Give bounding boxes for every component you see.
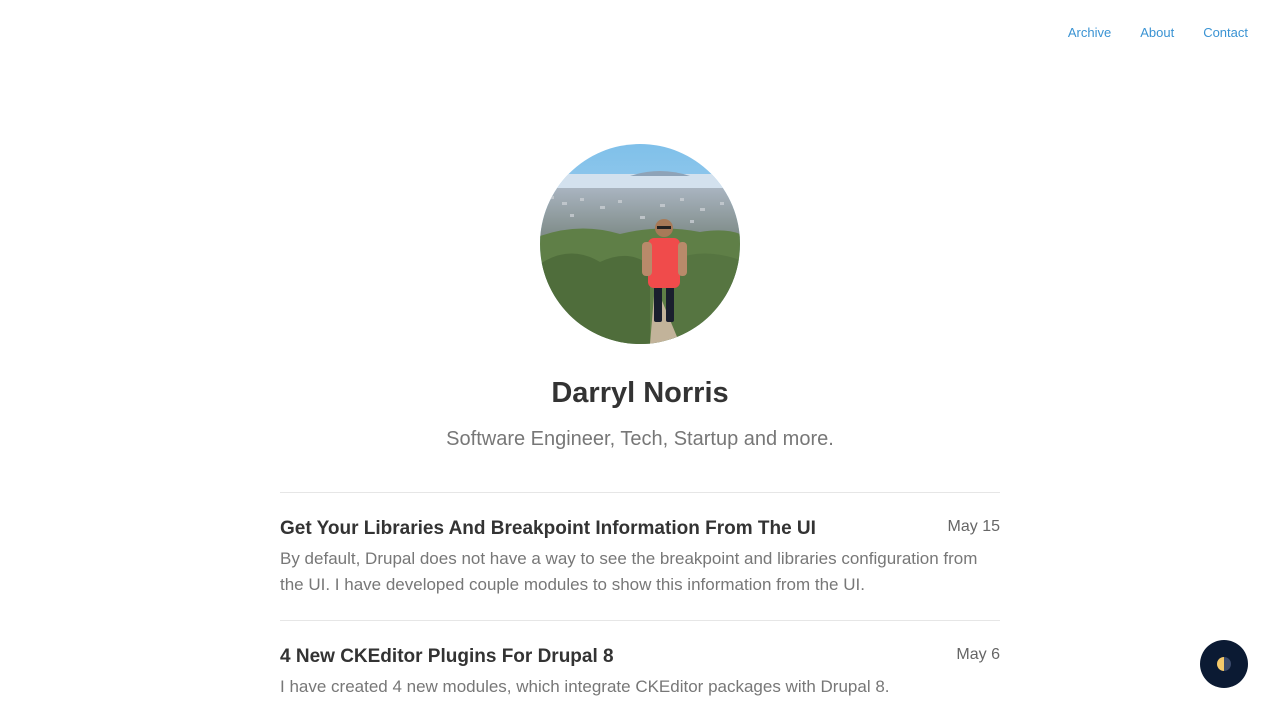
nav-link-contact[interactable]: Contact <box>1203 25 1248 41</box>
profile-photo-image <box>540 144 740 344</box>
half-moon-icon <box>1217 657 1231 671</box>
top-nav: Archive About Contact <box>1068 25 1248 41</box>
profile-photo <box>540 144 740 344</box>
theme-toggle-button[interactable] <box>1200 640 1248 688</box>
nav-link-about[interactable]: About <box>1140 25 1174 41</box>
author-tagline: Software Engineer, Tech, Startup and mor… <box>446 428 834 450</box>
post-excerpt: By default, Drupal does not have a way t… <box>280 549 978 594</box>
post-excerpt: I have created 4 new modules, which inte… <box>280 677 890 696</box>
post-title[interactable]: Get Your Libraries And Breakpoint Inform… <box>280 517 1000 541</box>
post-item: Get Your Libraries And Breakpoint Inform… <box>280 492 1000 620</box>
post-date: May 6 <box>956 646 1000 663</box>
post-list: Get Your Libraries And Breakpoint Inform… <box>280 492 1000 720</box>
page: Archive About Contact Darryl Norris Soft… <box>0 0 1280 720</box>
post-title[interactable]: 4 New CKEditor Plugins For Drupal 8 <box>280 645 1000 669</box>
author-name: Darryl Norris <box>551 377 729 409</box>
nav-link-archive[interactable]: Archive <box>1068 25 1111 41</box>
post-item: 4 New CKEditor Plugins For Drupal 8 May … <box>280 620 1000 720</box>
post-date: May 15 <box>947 518 1000 535</box>
